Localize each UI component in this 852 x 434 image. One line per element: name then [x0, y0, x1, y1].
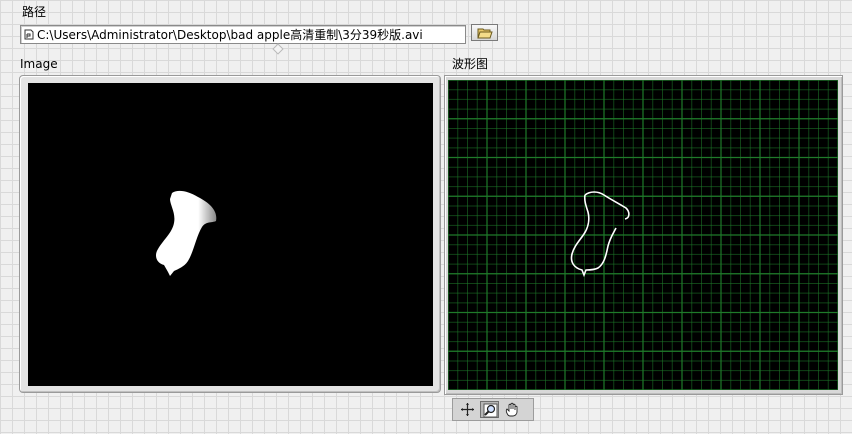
path-type-icon	[24, 29, 34, 40]
browse-button[interactable]	[471, 24, 498, 41]
cursor-move-icon	[461, 403, 474, 416]
image-display[interactable]	[19, 75, 441, 393]
path-label: 路径	[22, 5, 47, 19]
waveform-trace	[570, 191, 630, 278]
path-resize-handle[interactable]	[272, 43, 284, 55]
zoom-icon	[483, 403, 498, 418]
waveform-graph-label: 波形图	[452, 57, 489, 71]
image-label: Image	[20, 57, 58, 71]
plot-canvas	[447, 79, 839, 391]
folder-icon	[477, 28, 493, 39]
zoom-tool-button[interactable]	[480, 401, 499, 418]
image-canvas	[28, 83, 433, 386]
pan-tool-button[interactable]	[502, 401, 521, 418]
waveform-graph[interactable]	[444, 75, 843, 395]
plot-area[interactable]	[447, 79, 839, 391]
cursor-tool-button[interactable]	[458, 401, 477, 418]
graph-palette	[452, 398, 534, 421]
path-value: C:\Users\Administrator\Desktop\bad apple…	[37, 28, 423, 42]
path-input[interactable]: C:\Users\Administrator\Desktop\bad apple…	[20, 25, 466, 44]
video-frame-silhouette	[156, 190, 217, 276]
pan-hand-icon	[505, 402, 518, 417]
